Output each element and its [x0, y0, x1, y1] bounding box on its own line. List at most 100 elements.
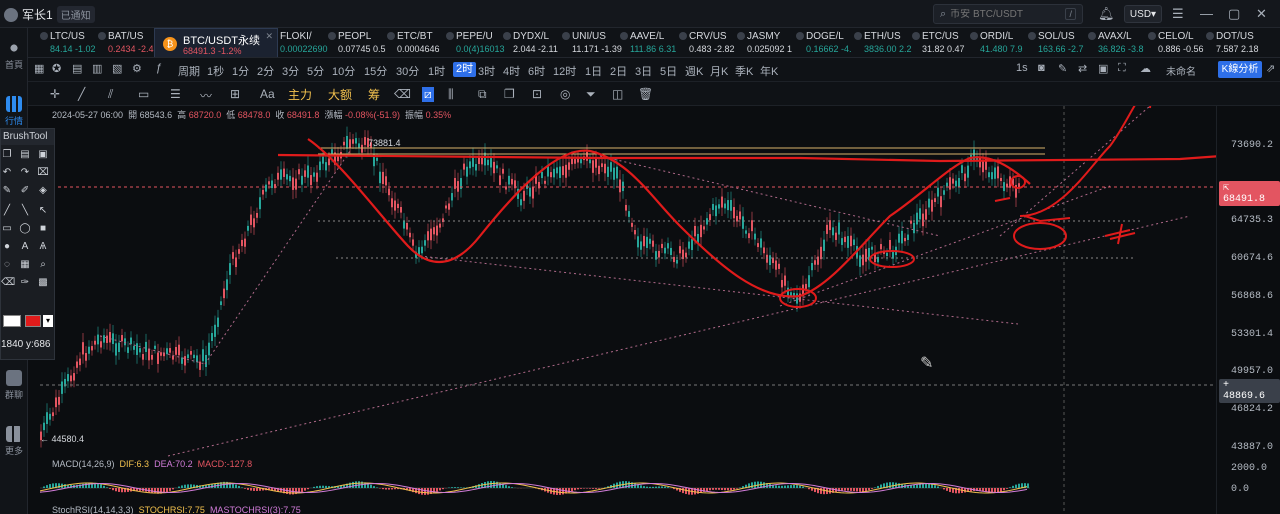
- grid-layout-icon[interactable]: ▦: [34, 62, 44, 75]
- user-menu[interactable]: 军长1 已通知: [4, 6, 95, 23]
- calendar-icon[interactable]: ▤: [72, 62, 82, 75]
- layout-name[interactable]: 未命名: [1166, 63, 1196, 78]
- period-4[interactable]: 3分: [282, 63, 299, 79]
- period-15[interactable]: 1日: [585, 63, 602, 79]
- brush-color-red[interactable]: [25, 315, 41, 327]
- notify-badge[interactable]: 已通知: [56, 6, 95, 23]
- brush-undo-icon[interactable]: ↶: [1, 167, 13, 179]
- period-3[interactable]: 2分: [257, 63, 274, 79]
- star-icon[interactable]: ✪: [52, 62, 61, 75]
- brush-text-icon[interactable]: A: [19, 241, 31, 253]
- period-6[interactable]: 10分: [332, 63, 355, 79]
- brush-eyedrop-icon[interactable]: ✑: [19, 277, 31, 289]
- period-19[interactable]: 週K: [685, 63, 703, 79]
- brush-grid-icon[interactable]: ▦: [19, 259, 31, 271]
- brush-line-icon[interactable]: ╱: [1, 205, 13, 217]
- brush-line2-icon[interactable]: ╲: [19, 205, 31, 217]
- brush-redo-icon[interactable]: ↷: [19, 167, 31, 179]
- brush-copy-icon[interactable]: ❐: [1, 149, 13, 161]
- magnet-icon[interactable]: ⧄: [422, 87, 434, 102]
- brush-zoom-icon[interactable]: ⌕: [37, 259, 49, 271]
- price-axis[interactable]: 73690.2 64735.3 60674.6 56868.6 53301.4 49957…: [1216, 106, 1280, 514]
- brush-fill-icon[interactable]: ◈: [37, 185, 49, 197]
- period-0[interactable]: 周期: [178, 63, 200, 79]
- period-13[interactable]: 6时: [528, 63, 545, 79]
- red-resistance-line[interactable]: [277, 153, 1216, 163]
- copy-icon[interactable]: ⧉: [478, 87, 487, 102]
- big-order-tool[interactable]: 大额: [328, 86, 352, 103]
- draw-icon[interactable]: ✎: [1058, 62, 1067, 75]
- brush-ellipse-fill-icon[interactable]: ●: [1, 241, 13, 253]
- close-icon[interactable]: ✕: [1256, 6, 1267, 22]
- external-icon[interactable]: ⇗: [1266, 62, 1275, 75]
- brush-lasso-icon[interactable]: ◌: [1, 259, 13, 271]
- line-tool-icon[interactable]: ╱: [78, 87, 85, 101]
- period-12[interactable]: 4时: [503, 63, 520, 79]
- duplicate-icon[interactable]: ❐: [504, 87, 515, 101]
- close-tab-icon[interactable]: ✕: [265, 31, 273, 42]
- brush-color-white[interactable]: [3, 315, 21, 327]
- period-17[interactable]: 3日: [635, 63, 652, 79]
- brush-screen-icon[interactable]: ▣: [37, 149, 49, 161]
- rectangle-tool-icon[interactable]: ▭: [138, 87, 149, 101]
- candle-icon[interactable]: ⫼: [448, 87, 454, 102]
- red-cup-left[interactable]: [307, 138, 1031, 298]
- layout-icon[interactable]: ▣: [1098, 62, 1108, 75]
- lock-icon[interactable]: ⊡: [532, 87, 542, 101]
- bell-icon[interactable]: 🔔︎: [1098, 6, 1115, 22]
- brush-ellipse-icon[interactable]: ◯: [19, 223, 31, 235]
- main-force-tool[interactable]: 主力: [288, 86, 312, 103]
- compare-line-icon[interactable]: ⇄: [1078, 62, 1087, 75]
- fullscreen-icon[interactable]: ⛶: [1118, 62, 1126, 75]
- red-circle-target[interactable]: [1013, 222, 1067, 250]
- period-10[interactable]: 2时: [453, 62, 477, 77]
- search-input[interactable]: [950, 8, 1061, 20]
- channel-tool-icon[interactable]: ⫽: [108, 87, 113, 102]
- period-11[interactable]: 3时: [478, 63, 495, 79]
- period-14[interactable]: 12时: [553, 63, 576, 79]
- fx-icon[interactable]: ƒ: [156, 62, 162, 74]
- trend-line-lower[interactable]: [419, 255, 1019, 325]
- text-tool[interactable]: Aa: [260, 87, 275, 101]
- compare-icon[interactable]: ▧: [112, 62, 122, 75]
- period-18[interactable]: 5日: [660, 63, 677, 79]
- period-20[interactable]: 月K: [710, 63, 728, 79]
- trend-line-rise[interactable]: [204, 150, 351, 365]
- search-box[interactable]: ⌕ /: [933, 4, 1083, 24]
- brush-text2-icon[interactable]: Ѧ: [37, 241, 49, 253]
- sidebar-item-group[interactable]: 群聊: [0, 370, 28, 401]
- period-9[interactable]: 1时: [428, 63, 445, 79]
- price-chart[interactable]: 73881.4 ← 44580.4 ✎: [40, 106, 1216, 514]
- layers-icon[interactable]: ◫: [612, 87, 623, 101]
- camera-icon[interactable]: ◙: [1038, 62, 1045, 74]
- sidebar-item-home[interactable]: 首頁: [0, 40, 28, 71]
- cloud-icon[interactable]: ☁: [1140, 62, 1151, 75]
- period-8[interactable]: 30分: [396, 63, 419, 79]
- currency-select[interactable]: USD ▾: [1124, 5, 1162, 23]
- period-16[interactable]: 2日: [610, 63, 627, 79]
- interval-label[interactable]: 1s: [1016, 62, 1028, 74]
- brush-rect-fill-icon[interactable]: ■: [37, 223, 49, 235]
- settings-icon[interactable]: ⚙: [132, 62, 142, 75]
- trash-icon[interactable]: 🗑︎: [638, 87, 653, 101]
- brush-rect-icon[interactable]: ▭: [1, 223, 13, 235]
- period-2[interactable]: 1分: [232, 63, 249, 79]
- brush-save-icon[interactable]: ▤: [19, 149, 31, 161]
- period-7[interactable]: 15分: [364, 63, 387, 79]
- brush-clear-icon[interactable]: ⌧: [37, 167, 49, 179]
- brush-pen-icon[interactable]: ✎: [1, 185, 13, 197]
- chart-type-icon[interactable]: ▥: [92, 62, 102, 75]
- wave-tool-icon[interactable]: 〰: [200, 87, 212, 104]
- hide-icon[interactable]: ◎: [560, 87, 570, 101]
- period-22[interactable]: 年K: [760, 63, 778, 79]
- maximize-icon[interactable]: ▢: [1228, 6, 1240, 22]
- minimize-icon[interactable]: —: [1200, 6, 1213, 21]
- trend-line-down[interactable]: [599, 155, 941, 237]
- sidebar-item-market[interactable]: 行情: [0, 96, 28, 127]
- period-1[interactable]: 1秒: [207, 63, 224, 79]
- crosshair-icon[interactable]: ✛: [50, 87, 60, 101]
- period-21[interactable]: 季K: [735, 63, 753, 79]
- brush-color-dropdown-icon[interactable]: ▾: [43, 315, 53, 327]
- brush-stamp-icon[interactable]: ▩: [37, 277, 49, 289]
- sidebar-item-more[interactable]: 更多: [0, 426, 28, 457]
